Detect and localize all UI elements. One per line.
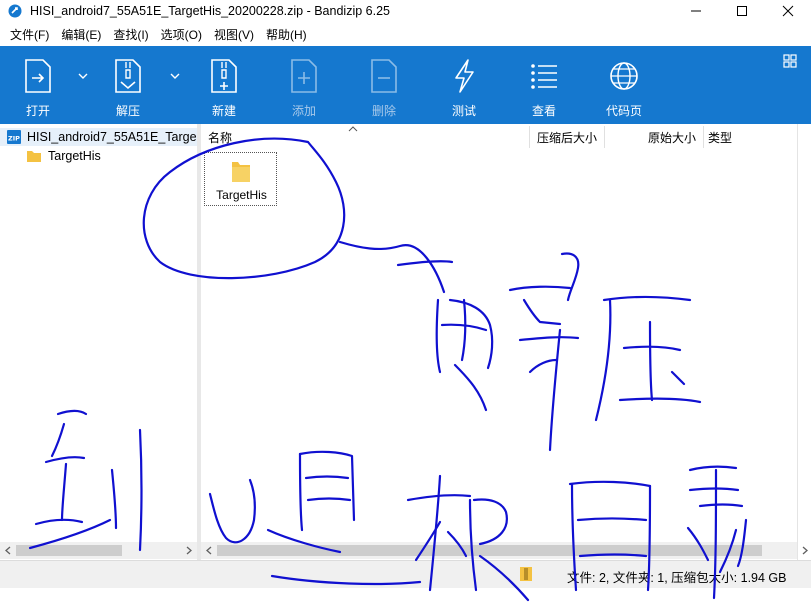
window-title: HISI_android7_55A51E_TargetHis_20200228.… xyxy=(30,4,390,18)
new-archive-label: 新建 xyxy=(211,104,236,118)
column-original-size-header[interactable]: 原始大小 xyxy=(648,124,696,150)
layout-grid-icon[interactable] xyxy=(783,54,797,68)
list-horizontal-scrollbar[interactable] xyxy=(201,542,797,559)
tree-root-item[interactable]: ZIP HISI_android7_55A51E_Targe xyxy=(0,128,197,146)
column-compressed-size-label: 压缩后大小 xyxy=(537,130,598,145)
test-lightning-icon xyxy=(455,59,474,93)
tree-horizontal-scrollbar[interactable] xyxy=(0,542,197,559)
close-icon xyxy=(782,5,794,17)
menu-find[interactable]: 查找(I) xyxy=(107,26,154,43)
test-label: 测试 xyxy=(451,104,476,118)
list-item[interactable]: TargetHis xyxy=(204,152,277,206)
menu-file[interactable]: 文件(F) xyxy=(4,26,55,43)
extract-icon xyxy=(115,59,141,93)
new-archive-button[interactable]: 新建 xyxy=(194,46,254,124)
tree-child-item[interactable]: TargetHis xyxy=(24,147,101,165)
extract-button[interactable]: 解压 xyxy=(98,46,158,124)
test-button[interactable]: 测试 xyxy=(434,46,494,124)
scroll-right-icon[interactable] xyxy=(183,542,195,559)
scroll-left-icon[interactable] xyxy=(203,542,215,559)
folder-icon xyxy=(27,151,41,162)
maximize-icon xyxy=(737,6,747,16)
new-archive-icon xyxy=(211,59,237,93)
minimize-button[interactable] xyxy=(673,0,719,22)
right-edge-strip xyxy=(797,124,811,560)
scroll-right-icon[interactable] xyxy=(799,542,811,559)
add-button[interactable]: 添加 xyxy=(274,46,334,124)
menu-bar: 文件(F) 编辑(E) 查找(I) 选项(O) 视图(V) 帮助(H) xyxy=(0,24,811,44)
tree-root-label: HISI_android7_55A51E_Targe xyxy=(27,130,197,144)
maximize-button[interactable] xyxy=(719,0,765,22)
bandizip-logo-icon xyxy=(8,4,22,18)
column-type-label: 类型 xyxy=(708,130,733,145)
view-list-icon xyxy=(531,64,557,89)
status-text: 文件: 2, 文件夹: 1, 压缩包大小: 1.94 GB xyxy=(567,571,787,585)
tree-scroll-thumb[interactable] xyxy=(16,545,122,556)
column-compressed-size-header[interactable]: 压缩后大小 xyxy=(537,124,597,150)
extract-dropdown-chevron-icon[interactable] xyxy=(170,72,180,80)
view-label: 查看 xyxy=(531,104,556,118)
window-bottom-edge xyxy=(0,588,811,608)
column-name-label: 名称 xyxy=(208,130,233,145)
folder-tree: ZIP HISI_android7_55A51E_Targe TargetHis xyxy=(0,124,197,560)
column-separator[interactable] xyxy=(703,126,704,148)
column-name-header[interactable]: 名称 xyxy=(208,124,232,150)
open-dropdown-chevron-icon[interactable] xyxy=(78,72,88,80)
menu-help[interactable]: 帮助(H) xyxy=(260,26,313,43)
codepage-globe-icon xyxy=(610,62,638,90)
delete-button[interactable]: 删除 xyxy=(354,46,414,124)
open-icon xyxy=(25,59,51,93)
folder-icon xyxy=(232,162,250,182)
scroll-left-icon[interactable] xyxy=(2,542,14,559)
column-original-size-label: 原始大小 xyxy=(648,130,697,145)
column-separator[interactable] xyxy=(604,126,605,148)
codepage-label: 代码页 xyxy=(605,104,642,118)
minimize-icon xyxy=(691,10,701,12)
delete-file-icon xyxy=(371,59,397,93)
menu-view[interactable]: 视图(V) xyxy=(208,26,260,43)
list-scroll-thumb[interactable] xyxy=(217,545,762,556)
status-bar: 文件: 2, 文件夹: 1, 压缩包大小: 1.94 GB xyxy=(0,560,811,588)
list-item-label: TargetHis xyxy=(216,188,267,202)
menu-edit[interactable]: 编辑(E) xyxy=(55,26,107,43)
column-separator[interactable] xyxy=(529,126,530,148)
codepage-button[interactable]: 代码页 xyxy=(594,46,654,124)
extract-label: 解压 xyxy=(115,104,140,118)
sort-ascending-icon xyxy=(348,126,358,132)
column-type-header[interactable]: 类型 xyxy=(708,124,732,150)
file-list: 名称 压缩后大小 原始大小 类型 TargetHis xyxy=(201,124,797,560)
add-label: 添加 xyxy=(291,104,316,118)
view-button[interactable]: 查看 xyxy=(514,46,574,124)
menu-options[interactable]: 选项(O) xyxy=(155,26,208,43)
archive-status-icon xyxy=(520,567,532,581)
delete-label: 删除 xyxy=(371,104,396,118)
add-file-icon xyxy=(291,59,317,93)
toolbar: 打开 解压 新建 添加 删除 测试 查看 代码页 xyxy=(0,46,811,124)
title-bar: HISI_android7_55A51E_TargetHis_20200228.… xyxy=(0,0,811,22)
svg-text:ZIP: ZIP xyxy=(8,135,20,143)
open-button[interactable]: 打开 xyxy=(8,46,68,124)
close-button[interactable] xyxy=(765,0,811,22)
tree-child-label: TargetHis xyxy=(48,149,101,163)
open-label: 打开 xyxy=(25,104,50,118)
zip-archive-icon: ZIP xyxy=(7,130,21,144)
